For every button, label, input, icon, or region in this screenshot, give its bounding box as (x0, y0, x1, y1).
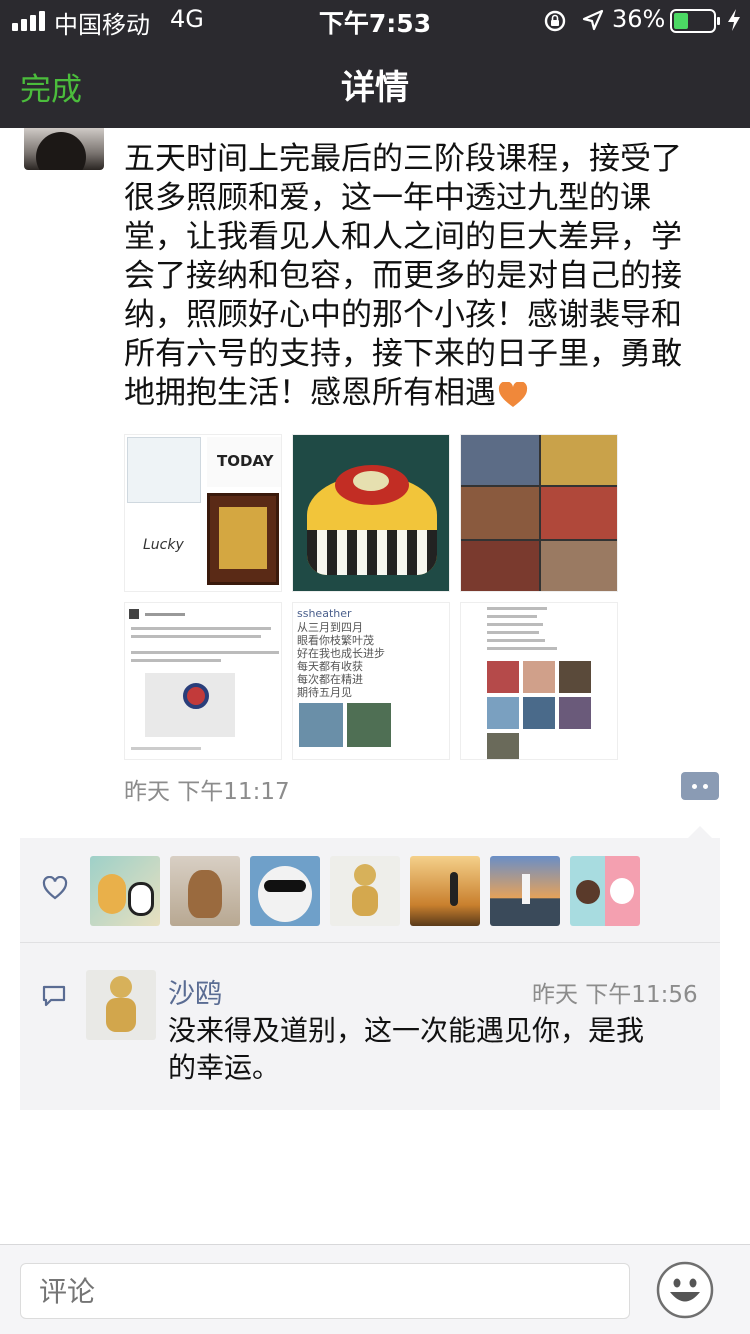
divider (20, 942, 720, 943)
page-title: 详情 (341, 68, 409, 108)
post-text: 五天时间上完最后的三阶段课程，接受了 很多照顾和爱，这一年中透过九型的课 堂，让… (124, 140, 724, 413)
photo-5[interactable]: ssheather 从三月到四月 眼看你枝繁叶茂 好在我也成长进步 每天都有收获… (292, 602, 450, 760)
battery-icon (670, 9, 720, 33)
nav-bar: 完成 详情 (0, 40, 750, 128)
photo-1[interactable]: TODAY Lucky (124, 434, 282, 592)
photo-poem-line: 每天都有收获 (297, 660, 363, 673)
post-line-last: 地拥抱生活！感恩所有相遇 (124, 374, 724, 413)
photo-today-text: TODAY (217, 452, 274, 470)
post-line: 纳，照顾好心中的那个小孩！感谢裴导和 (124, 297, 682, 333)
sunglasses-cat-avatar[interactable] (250, 856, 320, 926)
post-line: 地拥抱生活！感恩所有相遇 (124, 375, 496, 411)
cat-avatar[interactable] (170, 856, 240, 926)
interaction-box: 沙鸥 昨天 下午11:56 没来得及道别，这一次能遇见你，是我 的幸运。 (20, 826, 720, 1110)
photo-6[interactable] (460, 602, 618, 760)
cartoon-panda-avatar[interactable] (90, 856, 160, 926)
commenter-name[interactable]: 沙鸥 (168, 972, 222, 1011)
comment-line: 没来得及道别，这一次能遇见你，是我 (168, 1014, 645, 1047)
comment-bubble-icon (42, 985, 66, 1007)
cute-bears-avatar[interactable] (570, 856, 640, 926)
comment-timestamp: 昨天 下午11:56 (532, 982, 698, 1008)
post-timestamp: 昨天 下午11:17 (124, 779, 290, 805)
photo-4[interactable] (124, 602, 282, 760)
post-line: 所有六号的支持，接下来的日子里，勇敢 (124, 336, 682, 372)
post-line: 五天时间上完最后的三阶段课程，接受了 (124, 141, 682, 177)
lighthouse-avatar[interactable] (490, 856, 560, 926)
sunset-runner-avatar[interactable] (410, 856, 480, 926)
photo-poem-line: 好在我也成长进步 (297, 647, 385, 660)
photo-2[interactable] (292, 434, 450, 592)
photo-lucky-text: Lucky (143, 537, 184, 553)
heart-outline-icon (42, 876, 68, 900)
status-bar: 中国移动 4G 下午7:53 36% (0, 0, 750, 40)
comment-text[interactable]: 没来得及道别，这一次能遇见你，是我 的幸运。 (168, 1012, 698, 1086)
post-line: 会了接纳和包容，而更多的是对自己的接 (124, 258, 682, 294)
lock-rotation-icon (544, 10, 566, 32)
commenter-avatar[interactable] (86, 970, 156, 1040)
post-line: 堂，让我看见人和人之间的巨大差异，学 (124, 219, 682, 255)
figurine-avatar[interactable] (330, 856, 400, 926)
more-actions-button[interactable] (681, 772, 719, 800)
photo-poem-line: 眼看你枝繁叶茂 (297, 634, 374, 647)
top-bar: 中国移动 4G 下午7:53 36% 完成 详情 (0, 0, 750, 128)
photo-poem-line: 从三月到四月 (297, 621, 363, 634)
photo-poem-line: 期待五月见 (297, 686, 352, 699)
battery-percent: 36% (612, 5, 666, 33)
charging-icon (728, 9, 740, 31)
emoji-icon[interactable] (656, 1261, 714, 1319)
photo-user-text: ssheather (297, 607, 352, 620)
location-icon (582, 9, 604, 31)
comment-input-bar (0, 1244, 750, 1334)
photo-poem-line: 每次都在精进 (297, 673, 363, 686)
orange-heart-emoji-icon (498, 381, 528, 407)
comment-input[interactable] (20, 1263, 630, 1319)
comment-line: 的幸运。 (168, 1051, 281, 1084)
photo-3[interactable] (460, 434, 618, 592)
post-line: 很多照顾和爱，这一年中透过九型的课 (124, 180, 651, 216)
photo-grid: TODAY Lucky ssheather 从三月到四月 眼看你枝繁叶茂 好在我… (124, 434, 624, 764)
author-avatar[interactable] (24, 128, 104, 170)
